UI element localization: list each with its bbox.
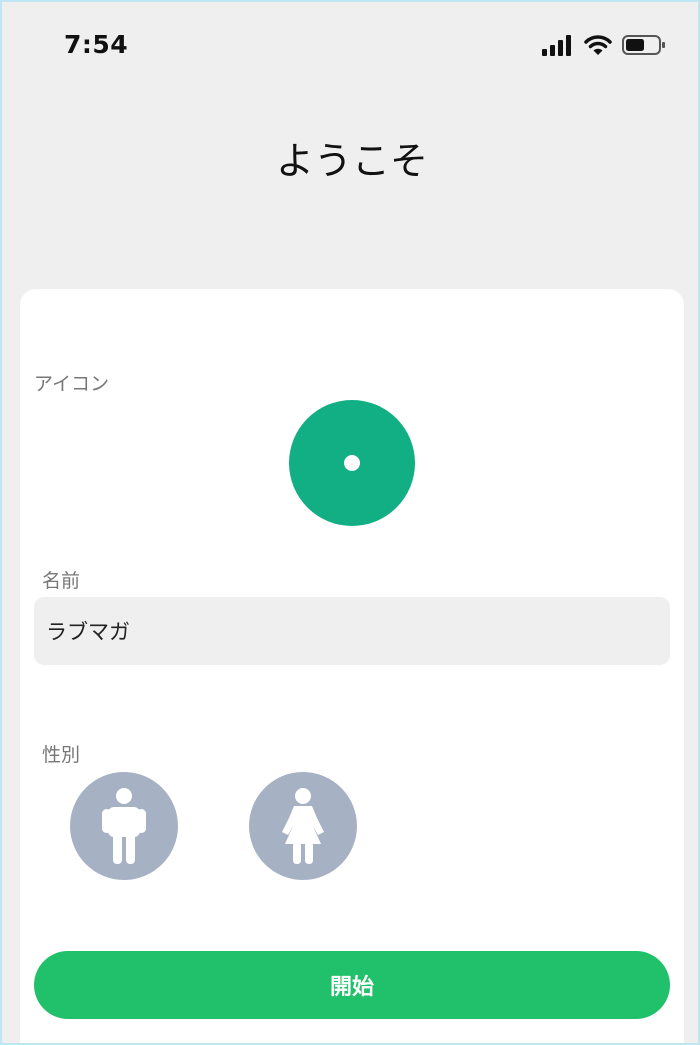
battery-icon (622, 34, 666, 56)
name-input[interactable] (34, 597, 670, 665)
icon-label: アイコン (34, 373, 110, 395)
gender-label: 性別 (42, 744, 81, 766)
avatar-dot-icon (344, 455, 360, 471)
wifi-icon (584, 34, 612, 56)
welcome-screen: 7:54 ようこそ アイコン 名前 ラブマガ 性別 開始 (0, 0, 700, 1045)
name-label: 名前 (42, 570, 81, 592)
status-icons (542, 34, 666, 56)
female-icon (277, 788, 329, 864)
profile-form-card: アイコン 名前 性別 (20, 289, 684, 1043)
signal-icon (542, 34, 574, 56)
page-title: ようこそ (275, 139, 428, 183)
male-icon (102, 788, 146, 864)
gender-female-button[interactable] (249, 772, 357, 880)
start-button[interactable]: 開始 (34, 951, 670, 1019)
status-time: 7:54 (64, 30, 129, 59)
avatar-picker[interactable] (289, 400, 415, 526)
gender-male-button[interactable] (70, 772, 178, 880)
